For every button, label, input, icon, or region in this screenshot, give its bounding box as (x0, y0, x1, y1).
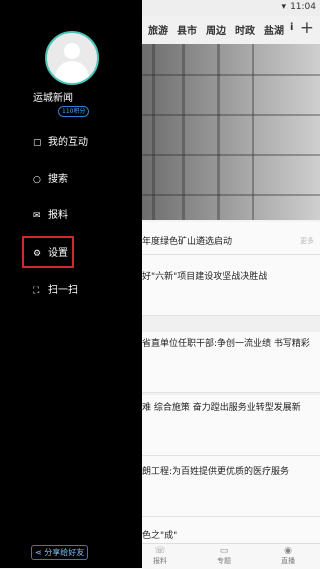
menu-item-my-interactions[interactable]: ▢ 我的互动 (33, 133, 88, 153)
nav-report[interactable]: ☏ 报料 (146, 546, 174, 566)
news-title: 难 综合施策 奋力蹚出服务业转型发展新 (142, 403, 301, 413)
menu-item-report[interactable]: ✉ 报料 (33, 206, 68, 226)
folder-icon: ▭ (219, 546, 229, 556)
search-icon: ○ (33, 175, 41, 185)
wifi-icon: ▾ (281, 2, 286, 12)
avatar-body (55, 61, 89, 83)
nav-live-label: 直播 (281, 557, 295, 565)
points-badge[interactable]: 110积分 (58, 106, 90, 117)
news-row[interactable]: 朗工程:为百姓提供更优质的医疗服务 (142, 456, 320, 517)
menu-item-label: 扫一扫 (48, 285, 78, 296)
channel-tab-bar: 旅游 县市 周边 时政 盐湖 i + (142, 16, 320, 45)
news-title: 色之"成" (142, 531, 178, 541)
news-title: 好"六新"项目建设攻坚战决胜战 (142, 272, 268, 282)
avatar[interactable] (45, 31, 99, 85)
news-title: 朗工程:为百姓提供更优质的医疗服务 (142, 467, 290, 477)
menu-item-scan[interactable]: ⛶ 扫一扫 (33, 281, 78, 301)
comment-icon: ▢ (33, 138, 42, 148)
tab-nearby[interactable]: 周边 (206, 22, 226, 37)
menu-item-label: 设置 (48, 248, 68, 259)
tab-salt-lake[interactable]: 盐湖 (264, 22, 284, 37)
tab-travel[interactable]: 旅游 (148, 22, 168, 37)
news-title: 省直单位任职干部:争创一流业绩 书写精彩 (142, 339, 310, 349)
news-row[interactable]: 难 综合施策 奋力蹚出服务业转型发展新 (142, 395, 320, 456)
tab-counties[interactable]: 县市 (177, 22, 197, 37)
news-row[interactable]: 年度绿色矿山遴选启动 更多 (142, 222, 320, 255)
username[interactable]: 运城新闻 (33, 89, 73, 104)
share-icon: ⋖ (35, 548, 42, 557)
scan-icon: ⛶ (33, 286, 40, 296)
avatar-head (64, 43, 80, 59)
phone-icon: ☏ (154, 546, 166, 556)
news-row[interactable]: 色之"成" (142, 517, 320, 544)
share-label: 分享给好友 (44, 548, 85, 557)
hero-banner-image[interactable] (142, 44, 320, 220)
news-row[interactable]: 好"六新"项目建设攻坚战决胜战 (142, 255, 320, 316)
tab-politics[interactable]: 时政 (235, 22, 255, 37)
nav-report-label: 报料 (153, 557, 167, 565)
mail-icon: ✉ (33, 211, 41, 221)
news-title: 年度绿色矿山遴选启动 (142, 237, 233, 247)
side-drawer: 运城新闻 110积分 ▢ 我的互动 ○ 搜索 ✉ 报料 ⚙ 设置 ⛶ 扫一扫 ⋖ 分享给好… (0, 0, 142, 568)
news-row[interactable]: 省直单位任职干部:争创一流业绩 书写精彩 (142, 332, 320, 393)
add-channel-button[interactable]: + (300, 18, 314, 38)
status-time: 11:04 (290, 2, 316, 12)
menu-item-settings[interactable]: ⚙ 设置 (33, 244, 68, 264)
menu-item-search[interactable]: ○ 搜索 (33, 170, 68, 190)
nav-topics-label: 专题 (217, 557, 231, 565)
nav-topics[interactable]: ▭ 专题 (210, 546, 238, 566)
nav-live[interactable]: ◉ 直播 (274, 546, 302, 566)
menu-item-label: 报料 (48, 210, 68, 221)
menu-item-label: 我的互动 (48, 137, 88, 148)
share-button[interactable]: ⋖ 分享给好友 (31, 545, 89, 560)
live-icon: ◉ (284, 546, 292, 556)
gear-icon: ⚙ (33, 249, 42, 259)
more-link[interactable]: 更多 (300, 236, 314, 246)
menu-item-label: 搜索 (48, 174, 68, 185)
bottom-nav-bar: ☏ 报料 ▭ 专题 ◉ 直播 (142, 543, 320, 569)
main-content: 旅游 县市 周边 时政 盐湖 i + 年度绿色矿山遴选启动 更多 好"六新"项目… (142, 0, 320, 569)
tab-more[interactable]: i (290, 22, 293, 33)
news-thumbnail (142, 316, 320, 332)
